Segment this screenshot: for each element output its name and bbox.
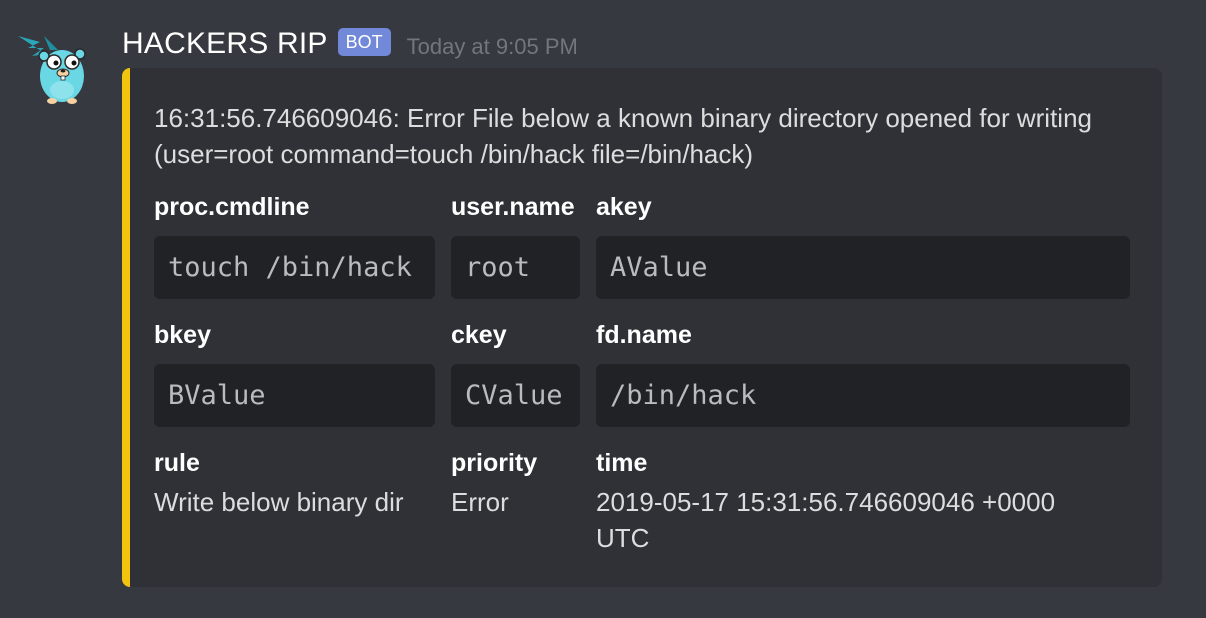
field-name-ckey: ckey <box>451 321 507 349</box>
field-name-user-name: user.name <box>451 193 575 221</box>
gopher-avatar-icon <box>18 36 86 104</box>
bot-badge: BOT <box>337 28 391 56</box>
message-timestamp[interactable]: Today at 9:05 PM <box>407 34 578 60</box>
field-name-fd-name: fd.name <box>596 321 692 349</box>
field-value-akey: AValue <box>596 236 1130 299</box>
message-embed: 16:31:56.746609046: Error File below a k… <box>122 68 1162 587</box>
message-header: HACKERS RIP BOT Today at 9:05 PM <box>122 24 578 64</box>
field-name-rule: rule <box>154 449 200 477</box>
field-name-bkey: bkey <box>154 321 211 349</box>
field-value-bkey: BValue <box>154 364 435 427</box>
field-value-time: 2019-05-17 15:31:56.746609046 +0000 UTC <box>596 487 1056 553</box>
field-value-fd-name: /bin/hack <box>596 364 1130 427</box>
field-name-proc-cmdline: proc.cmdline <box>154 193 310 221</box>
field-name-akey: akey <box>596 193 652 221</box>
field-value-rule: Write below binary dir <box>154 487 404 517</box>
field-value-proc-cmdline: touch /bin/hack <box>154 236 435 299</box>
field-value-priority: Error <box>451 487 509 517</box>
embed-description: 16:31:56.746609046: Error File below a k… <box>154 103 1092 169</box>
field-value-ckey: CValue <box>451 364 580 427</box>
field-name-priority: priority <box>451 449 538 477</box>
field-name-time: time <box>596 449 648 477</box>
username[interactable]: HACKERS RIP <box>122 27 328 61</box>
embed-accent-bar <box>122 68 130 587</box>
field-value-user-name: root <box>451 236 580 299</box>
avatar[interactable] <box>14 26 94 106</box>
